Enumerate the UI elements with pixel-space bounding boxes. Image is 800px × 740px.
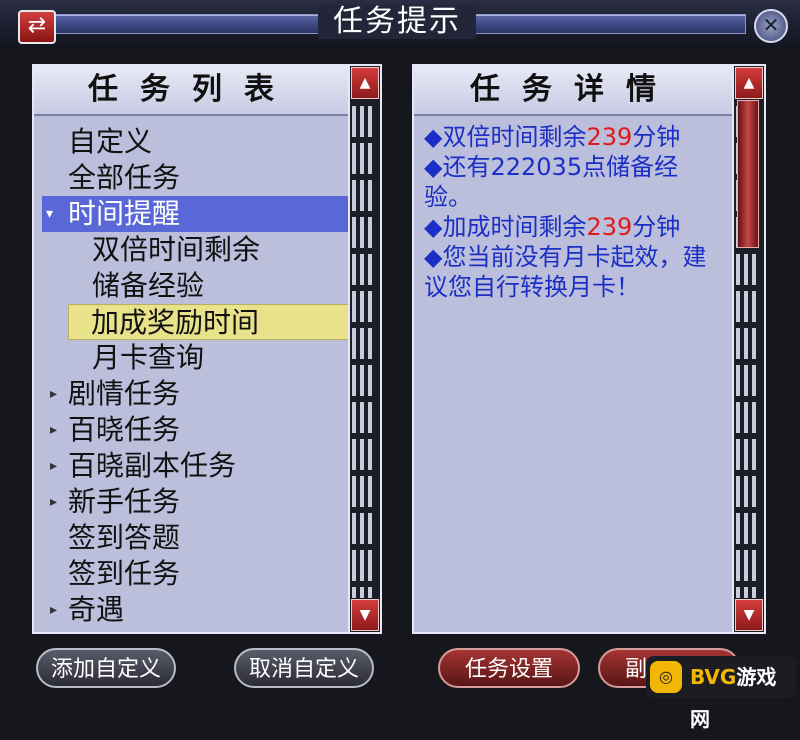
detail-line: ◆双倍时间剩余239分钟 <box>424 123 681 151</box>
tree-item-story-tasks[interactable]: ▸ 剧情任务 <box>34 376 350 412</box>
chevron-right-icon: ▸ <box>50 494 58 510</box>
task-detail-text: ◆双倍时间剩余239分钟 ◆还有222035点储备经验。 ◆加成时间剩余239分… <box>424 122 726 302</box>
close-icon[interactable]: ✕ <box>754 9 788 43</box>
diamond-icon: ◆ <box>424 243 443 271</box>
tree-item-encounters[interactable]: ▸ 奇遇 <box>34 592 350 628</box>
chevron-right-icon: ▸ <box>50 458 58 474</box>
scroll-track[interactable] <box>352 100 378 598</box>
task-tree: 自定义 全部任务 ▾ 时间提醒 双倍时间剩余 储备经验 加成奖励时间 月卡查询 … <box>34 124 350 628</box>
title-bar: 任务提示 ⇄ ✕ <box>0 0 800 48</box>
diamond-icon: ◆ <box>424 153 443 181</box>
tree-item-bonus-time[interactable]: 加成奖励时间 <box>68 304 350 340</box>
tree-item-baixiao-tasks[interactable]: ▸ 百晓任务 <box>34 412 350 448</box>
detail-line: ◆还有222035点储备经验。 <box>424 153 679 211</box>
scroll-up-icon[interactable]: ▲ <box>735 67 763 99</box>
tree-item-baixiao-dungeon[interactable]: ▸ 百晓副本任务 <box>34 448 350 484</box>
tree-item-time-reminder[interactable]: ▾ 时间提醒 <box>42 196 350 232</box>
scroll-thumb[interactable] <box>737 100 759 248</box>
task-list-header: 任务列表 <box>34 66 350 116</box>
task-settings-button[interactable]: 任务设置 <box>438 648 580 688</box>
scroll-up-icon[interactable]: ▲ <box>351 67 379 99</box>
tree-item-custom[interactable]: 自定义 <box>34 124 350 160</box>
tree-item-checkin-quiz[interactable]: 签到答题 <box>34 520 350 556</box>
cancel-custom-button[interactable]: 取消自定义 <box>234 648 374 688</box>
detail-line: ◆您当前没有月卡起效，建议您自行转换月卡！ <box>424 243 707 301</box>
chevron-right-icon: ▸ <box>50 386 58 402</box>
diamond-icon: ◆ <box>424 123 443 151</box>
gamepad-icon: ◎ <box>650 661 682 693</box>
tree-item-reserve-exp[interactable]: 储备经验 <box>34 268 350 304</box>
chevron-right-icon: ▸ <box>50 422 58 438</box>
tree-item-monthly-card[interactable]: 月卡查询 <box>34 340 350 376</box>
site-logo: ◎ BVG游戏网 <box>646 656 796 731</box>
scroll-down-icon[interactable]: ▼ <box>735 599 763 631</box>
tree-item-all-tasks[interactable]: 全部任务 <box>34 160 350 196</box>
tree-item-newbie-tasks[interactable]: ▸ 新手任务 <box>34 484 350 520</box>
chevron-down-icon: ▾ <box>46 206 54 222</box>
swap-icon[interactable]: ⇄ <box>18 10 56 44</box>
detail-line: ◆加成时间剩余239分钟 <box>424 213 681 241</box>
task-detail-scrollbar[interactable]: ▲ ▼ <box>732 66 764 632</box>
task-list-panel: 任务列表 自定义 全部任务 ▾ 时间提醒 双倍时间剩余 储备经验 加成奖励时间 … <box>32 64 382 634</box>
tree-item-double-time[interactable]: 双倍时间剩余 <box>34 232 350 268</box>
chevron-right-icon: ▸ <box>50 602 58 618</box>
task-list-scrollbar[interactable]: ▲ ▼ <box>348 66 380 632</box>
diamond-icon: ◆ <box>424 213 443 241</box>
window-title: 任务提示 <box>318 5 476 39</box>
task-detail-panel: 任务详情 ◆双倍时间剩余239分钟 ◆还有222035点储备经验。 ◆加成时间剩… <box>412 64 766 634</box>
tree-item-checkin-tasks[interactable]: 签到任务 <box>34 556 350 592</box>
task-detail-header: 任务详情 <box>414 66 734 116</box>
scroll-down-icon[interactable]: ▼ <box>351 599 379 631</box>
add-custom-button[interactable]: 添加自定义 <box>36 648 176 688</box>
